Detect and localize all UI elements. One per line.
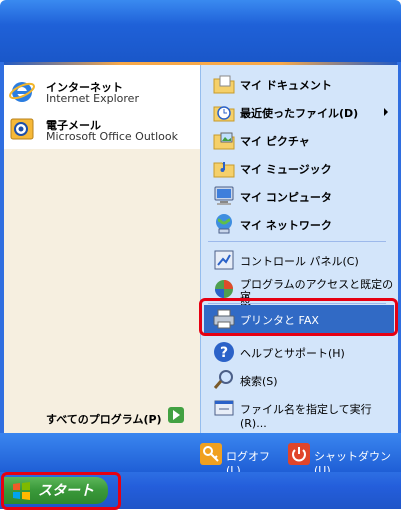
start-menu: インターネット Internet Explorer 電子メール Microsof… (0, 0, 401, 472)
menu-my-music[interactable]: マイ ミュージック (204, 154, 394, 182)
svg-text:?: ? (220, 345, 228, 361)
menu-run[interactable]: ファイル名を指定して実行(R)... (204, 394, 394, 430)
my-music-icon (213, 162, 235, 178)
my-pictures-icon (213, 132, 235, 150)
menu-control-panel-label: コントロール パネル(C) (240, 255, 359, 268)
menu-recent-files-label: 最近使ったファイル(D) (240, 107, 359, 120)
pinned-internet[interactable]: インターネット Internet Explorer (8, 73, 198, 109)
all-programs-arrow-icon[interactable] (168, 407, 184, 423)
menu-my-music-label: マイ ミュージック (240, 163, 332, 176)
menu-my-documents-label: マイ ドキュメント (240, 79, 332, 92)
menu-my-computer[interactable]: マイ コンピュータ (204, 182, 394, 210)
power-icon (288, 443, 310, 465)
internet-explorer-icon (9, 82, 35, 102)
user-header (0, 0, 401, 62)
pinned-internet-subtitle: Internet Explorer (46, 92, 139, 105)
search-icon (213, 370, 233, 389)
menu-my-documents[interactable]: マイ ドキュメント (204, 70, 394, 98)
menu-search[interactable]: 検索(S) (204, 366, 394, 394)
menu-control-panel[interactable]: コントロール パネル(C) (204, 246, 394, 274)
logoff-label: ログオフ(L) (226, 450, 270, 472)
control-panel-icon (214, 250, 234, 270)
my-computer-icon (214, 186, 234, 205)
menu-help-support[interactable]: ? ヘルプとサポート(H) (204, 338, 394, 366)
menu-my-network[interactable]: マイ ネットワーク (204, 210, 394, 238)
recent-files-icon (213, 106, 235, 122)
pinned-email[interactable]: 電子メール Microsoft Office Outlook (8, 111, 198, 147)
all-programs-label[interactable]: すべてのプログラム(P) (46, 411, 162, 427)
menu-search-label: 検索(S) (240, 375, 278, 388)
pinned-email-subtitle: Microsoft Office Outlook (46, 130, 178, 143)
menu-my-computer-label: マイ コンピュータ (240, 191, 332, 204)
logoff-key-icon (200, 443, 222, 465)
menu-my-pictures-label: マイ ピクチャ (240, 135, 310, 148)
my-network-icon (216, 214, 232, 234)
menu-help-support-label: ヘルプとサポート(H) (240, 347, 345, 360)
help-icon: ? (214, 342, 234, 362)
menu-my-network-label: マイ ネットワーク (240, 219, 332, 232)
shutdown-label: シャットダウン(U) (314, 450, 391, 472)
menu-recent-files[interactable]: 最近使ったファイル(D) (204, 98, 394, 126)
right-divider-1 (208, 241, 386, 242)
logoff-button[interactable]: ログオフ(L) (200, 443, 280, 472)
submenu-arrow-icon (384, 108, 388, 116)
annotation-highlight-start (1, 472, 121, 510)
my-documents-icon (213, 75, 235, 94)
shutdown-button[interactable]: シャットダウン(U) (288, 443, 394, 472)
outlook-icon (10, 118, 34, 140)
annotation-highlight-printers (199, 298, 398, 336)
run-icon (214, 400, 234, 416)
menu-run-label: ファイル名を指定して実行(R)... (240, 403, 372, 430)
menu-my-pictures[interactable]: マイ ピクチャ (204, 126, 394, 154)
